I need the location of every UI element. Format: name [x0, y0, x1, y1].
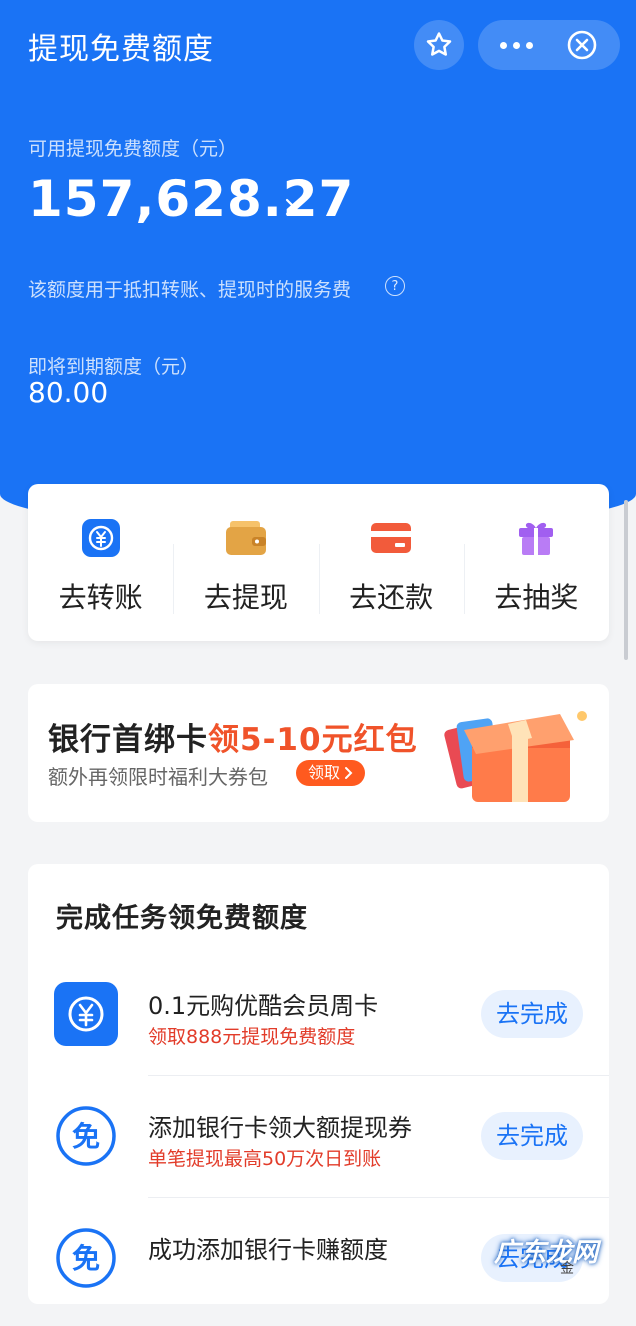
task-complete-button[interactable]: 去完成	[481, 990, 583, 1038]
banner-title-main: 银行首绑卡	[48, 722, 208, 758]
action-withdraw[interactable]: 去提现	[173, 484, 318, 641]
free-badge-icon: 免	[56, 1106, 116, 1166]
scrollbar[interactable]	[624, 500, 628, 660]
quota-usage-note: 该额度用于抵扣转账、提现时的服务费	[28, 279, 352, 301]
available-quota-amount[interactable]: 157,628.27	[28, 170, 354, 228]
task-desc: 单笔提现最高50万次日到账	[148, 1148, 382, 1170]
gift-icon	[514, 516, 558, 560]
free-badge-icon: 免	[56, 1228, 116, 1288]
page-title: 提现免费额度	[28, 32, 214, 67]
task-complete-button[interactable]: 去完成	[481, 1112, 583, 1160]
divider	[148, 1197, 609, 1198]
mini-program-capsule	[478, 20, 620, 70]
free-badge-text: 免	[72, 1120, 100, 1153]
task-name: 成功添加银行卡赚额度	[148, 1236, 388, 1264]
action-transfer-label: 去转账	[58, 581, 143, 614]
close-circle-icon[interactable]	[566, 29, 598, 61]
action-lottery-label: 去抽奖	[494, 581, 579, 614]
task-item: 免 添加银行卡领大额提现券 单笔提现最高50万次日到账 去完成	[28, 1082, 609, 1204]
watermark-logo: 广东龙网	[494, 1238, 599, 1268]
banner-subtitle: 额外再领限时福利大券包	[48, 765, 268, 789]
expiring-quota-amount: 80.00	[28, 376, 109, 409]
banner-title-highlight: 领5-10元红包	[208, 722, 418, 758]
action-transfer[interactable]: 去转账	[28, 484, 173, 641]
action-lottery[interactable]: 去抽奖	[463, 484, 609, 641]
wallet-icon	[224, 516, 268, 560]
watermark-small-text: 金	[560, 1261, 574, 1277]
transfer-yuan-icon	[79, 516, 123, 560]
action-repay-label: 去还款	[349, 581, 434, 614]
star-icon	[426, 32, 452, 56]
favorite-button[interactable]	[414, 20, 464, 70]
help-icon[interactable]: ?	[385, 276, 405, 296]
action-withdraw-label: 去提现	[203, 581, 288, 614]
quick-actions-card: 去转账 去提现 去还款 去抽奖	[28, 484, 609, 641]
card-icon	[369, 516, 413, 560]
divider	[148, 1075, 609, 1076]
task-name: 添加银行卡领大额提现券	[148, 1114, 412, 1142]
task-desc: 领取888元提现免费额度	[148, 1026, 356, 1048]
available-quota-label: 可用提现免费额度（元）	[28, 138, 238, 160]
task-name: 0.1元购优酷会员周卡	[148, 992, 379, 1020]
claim-button-label: 领取	[308, 763, 341, 782]
action-repay[interactable]: 去还款	[318, 484, 464, 641]
chevron-right-icon	[345, 767, 353, 779]
expiring-quota-label: 即将到期额度（元）	[28, 356, 200, 378]
claim-button[interactable]: 领取	[296, 760, 366, 786]
tasks-title: 完成任务领免费额度	[56, 903, 308, 934]
free-badge-text: 免	[72, 1242, 100, 1275]
top-bar: 提现免费额度	[0, 0, 636, 90]
yuan-icon	[54, 982, 118, 1046]
banner-title: 银行首绑卡领5-10元红包	[48, 714, 418, 759]
more-dots-icon[interactable]	[496, 28, 536, 62]
task-item: 0.1元购优酷会员周卡 领取888元提现免费额度 去完成	[28, 960, 609, 1082]
bind-card-promo-banner[interactable]: 银行首绑卡领5-10元红包 额外再领限时福利大券包 领取	[28, 684, 609, 822]
chevron-right-icon[interactable]	[284, 196, 298, 218]
gift-box-illustration	[444, 711, 587, 802]
